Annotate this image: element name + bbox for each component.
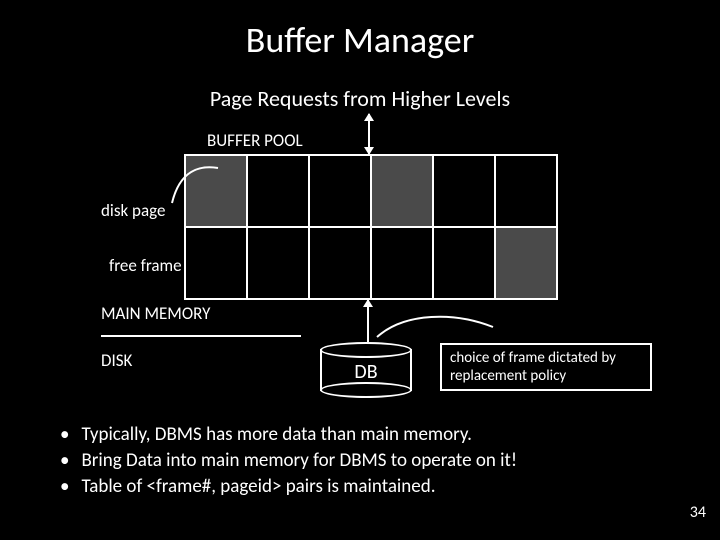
bullet-text: Table of <frame#, pageid> pairs is maint… bbox=[81, 475, 435, 498]
grid-cell bbox=[432, 226, 496, 300]
grid-cell bbox=[308, 154, 372, 228]
bullet-text: Bring Data into main memory for DBMS to … bbox=[81, 449, 517, 472]
db-frame-pointer-icon bbox=[375, 307, 495, 342]
grid-cell bbox=[184, 154, 248, 228]
arrow-requests-down-icon bbox=[368, 114, 370, 154]
label-disk-page: disk page bbox=[101, 200, 165, 221]
bullet-list: • Typically, DBMS has more data than main… bbox=[60, 420, 640, 501]
grid-cell bbox=[494, 154, 558, 228]
arrow-db-up-icon bbox=[367, 300, 369, 342]
grid-cell bbox=[246, 154, 310, 228]
label-main-memory: MAIN MEMORY bbox=[101, 303, 210, 324]
grid-cell bbox=[184, 226, 248, 300]
bullet-icon: • bbox=[60, 423, 69, 446]
bullet-icon: • bbox=[60, 449, 69, 472]
grid-cell bbox=[432, 154, 496, 228]
list-item: • Typically, DBMS has more data than main… bbox=[60, 423, 640, 446]
buffer-pool-grid bbox=[185, 155, 557, 299]
label-free-frame: free frame bbox=[109, 255, 182, 276]
label-buffer-pool: BUFFER POOL bbox=[207, 130, 303, 151]
grid-cell bbox=[494, 226, 558, 300]
bullet-icon: • bbox=[60, 475, 69, 498]
grid-cell bbox=[370, 154, 434, 228]
slide-subtitle: Page Requests from Higher Levels bbox=[0, 85, 720, 112]
list-item: • Table of <frame#, pageid> pairs is main… bbox=[60, 475, 640, 498]
grid-cell bbox=[370, 226, 434, 300]
bullet-text: Typically, DBMS has more data than main … bbox=[81, 423, 472, 446]
memory-disk-divider bbox=[101, 335, 301, 337]
replacement-policy-box: choice of frame dictated by replacement … bbox=[440, 343, 652, 391]
page-number: 34 bbox=[690, 503, 706, 522]
db-cylinder-icon: DB bbox=[320, 342, 412, 398]
slide-title: Buffer Manager bbox=[0, 18, 720, 62]
db-label: DB bbox=[320, 360, 412, 384]
grid-cell bbox=[246, 226, 310, 300]
label-disk: DISK bbox=[101, 350, 132, 371]
grid-cell bbox=[308, 226, 372, 300]
list-item: • Bring Data into main memory for DBMS to… bbox=[60, 449, 640, 472]
